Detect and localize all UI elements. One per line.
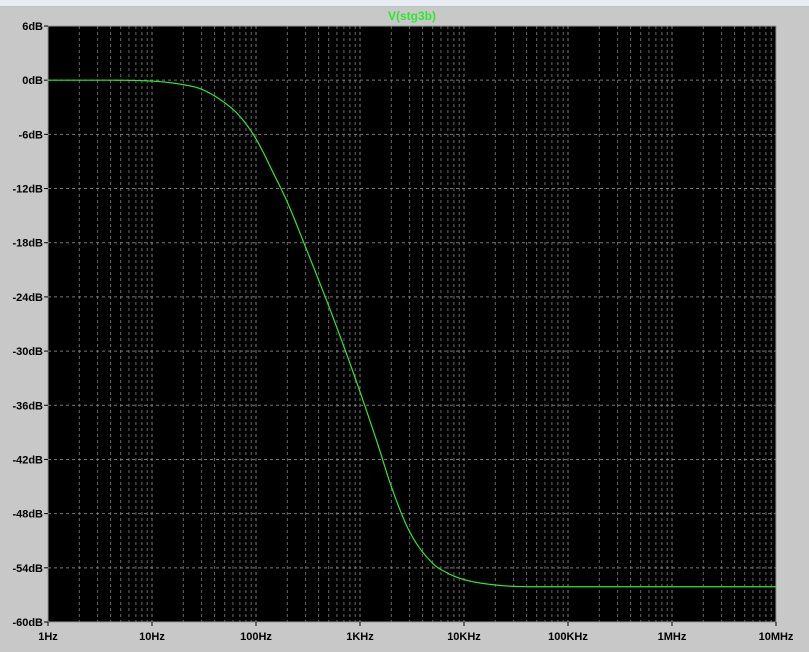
series-point [377, 445, 379, 447]
series-point [447, 572, 449, 574]
series-point [567, 586, 569, 588]
series-point [359, 391, 361, 393]
x-tick-label: 1KHz [346, 631, 374, 643]
x-tick-label: 10Hz [139, 631, 165, 643]
y-tick-label: 6dB [22, 21, 43, 33]
y-tick-label: -6dB [19, 129, 44, 141]
x-tick-label: 100KHz [548, 631, 588, 643]
y-axis-ticks: 6dB 0dB -6dB -12dB -18dB -24dB -30dB -36dB -42dB… [12, 21, 48, 629]
series-point [671, 586, 673, 588]
series-point [432, 562, 434, 564]
x-axis-ticks: 1Hz 10Hz 100Hz 1KHz 10KHz 100KHz 1MHz 10MHz [38, 622, 794, 643]
waveform-window: 6dB 0dB -6dB -12dB -18dB -24dB -30dB -36dB -42dB… [0, 0, 809, 652]
y-tick-label: -30dB [12, 346, 43, 358]
y-tick-label: -54dB [12, 563, 43, 575]
bode-plot[interactable]: 6dB 0dB -6dB -12dB -18dB -24dB -30dB -36dB -42dB… [0, 0, 809, 652]
series-point [775, 586, 777, 588]
series-point [305, 246, 307, 248]
x-tick-label: 10KHz [447, 631, 481, 643]
series-point [182, 84, 184, 86]
y-tick-label: 0dB [22, 75, 43, 87]
series-point [224, 102, 226, 104]
x-tick-label: 1Hz [38, 631, 58, 643]
trace-label: V(stg3b) [388, 9, 436, 23]
series-point [97, 79, 99, 81]
y-tick-label: -48dB [12, 509, 43, 521]
series-point [390, 485, 392, 488]
series-point [536, 586, 538, 588]
series-point [463, 578, 465, 581]
x-tick-label: 100Hz [240, 631, 272, 643]
y-tick-label: -24dB [12, 292, 43, 304]
x-tick-label: 10MHz [759, 631, 794, 643]
trace-legend: V(stg3b) [388, 9, 436, 23]
y-tick-label: -42dB [12, 454, 43, 466]
series-point [286, 201, 288, 203]
y-tick-label: -12dB [12, 184, 43, 196]
series-point [273, 174, 275, 176]
series-point [201, 88, 203, 90]
y-tick-label: -18dB [12, 238, 43, 250]
series-point [343, 345, 345, 348]
series-point [409, 531, 411, 533]
y-tick-label: -36dB [12, 400, 43, 412]
y-tick-label: -60dB [12, 617, 43, 629]
x-tick-label: 1MHz [658, 631, 687, 643]
series-point [328, 305, 330, 307]
series-point [255, 138, 257, 140]
series-point [151, 80, 153, 82]
series-point [239, 115, 241, 117]
series-point [47, 79, 49, 81]
series-point [494, 584, 496, 586]
